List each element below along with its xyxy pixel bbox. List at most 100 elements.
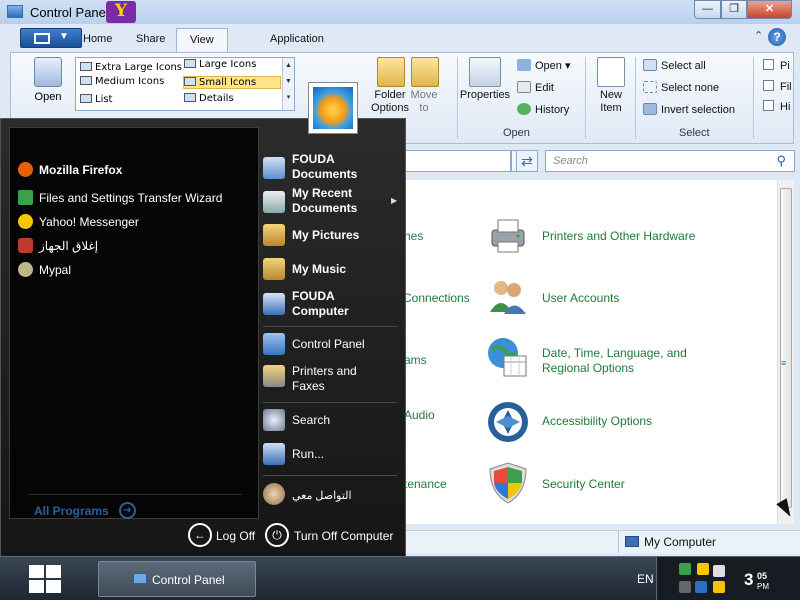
control-panel-icon	[133, 573, 147, 584]
open-button[interactable]: Open	[30, 57, 66, 103]
tab-view[interactable]: View	[176, 28, 228, 52]
tab-application[interactable]: Application	[270, 33, 324, 45]
program-firefox[interactable]: Mozilla Firefox	[18, 160, 122, 180]
select-none-button[interactable]: Select none	[643, 81, 719, 94]
layout-extra-large[interactable]: Extra Large Icons	[80, 62, 182, 73]
search-icon[interactable]: ⚲	[776, 153, 786, 169]
recent-documents-icon	[263, 191, 285, 213]
layout-gallery[interactable]: Extra Large Icons Large Icons Medium Ico…	[75, 57, 295, 111]
category-partial[interactable]: ams	[404, 353, 427, 367]
minimize-button[interactable]: —	[694, 0, 721, 19]
place-documents[interactable]: FOUDA Documents	[292, 152, 357, 182]
properties-button[interactable]: Properties	[459, 57, 511, 101]
layout-large[interactable]: Large Icons	[184, 59, 256, 70]
place-contact-me[interactable]: التواصل معي	[292, 489, 352, 504]
tab-home[interactable]: Home	[83, 33, 112, 45]
submenu-arrow-icon: ▶	[391, 196, 398, 205]
users-icon	[490, 281, 526, 314]
tray-app-icon[interactable]	[695, 581, 707, 593]
program-transfer-wizard[interactable]: Files and Settings Transfer Wizard	[18, 188, 222, 208]
power-icon[interactable]: ⏻	[265, 523, 289, 547]
printer-icon	[491, 219, 525, 253]
open-menu-button[interactable]: Open ▾	[517, 59, 571, 72]
network-icon[interactable]	[679, 563, 691, 575]
divider	[635, 57, 636, 139]
place-recent-documents[interactable]: My Recent Documents	[292, 186, 357, 216]
divider	[753, 57, 754, 139]
firefox-icon	[18, 162, 33, 177]
history-label: History	[535, 104, 570, 116]
pi-checkbox[interactable]: Pi	[763, 59, 790, 72]
category-view: hes Connections ams Audio tenance Printe…	[400, 180, 780, 524]
history-button[interactable]: History	[517, 103, 569, 116]
music-icon	[263, 258, 285, 280]
goldfish-avatar	[313, 87, 353, 129]
fil-checkbox[interactable]: Fil	[763, 80, 792, 93]
program-mypal[interactable]: Mypal	[18, 260, 71, 280]
user-picture[interactable]	[308, 82, 358, 134]
layout-small[interactable]: Small Icons	[183, 76, 281, 89]
address-input[interactable]	[400, 150, 511, 172]
place-control-panel[interactable]: Control Panel	[292, 337, 365, 352]
layout-list[interactable]: List	[80, 94, 112, 105]
select-all-button[interactable]: Select all	[643, 59, 706, 72]
documents-line1: FOUDA	[292, 152, 335, 166]
invert-selection-button[interactable]: Invert selection	[643, 103, 735, 116]
refresh-icon[interactable]: ⇄	[516, 150, 538, 172]
ribbon-collapse-icon[interactable]: ⌃	[754, 29, 763, 42]
program-shutdown-ar[interactable]: إغلاق الجهاز	[18, 236, 98, 256]
new-item-button[interactable]: New Item	[593, 57, 629, 115]
edit-button[interactable]: Edit	[517, 81, 554, 94]
arrow-right-icon[interactable]: ➔	[119, 502, 136, 519]
layout-list-label: List	[95, 94, 113, 105]
layout-details[interactable]: Details	[184, 93, 234, 104]
computer-line1: FOUDA	[292, 289, 335, 303]
maximize-button[interactable]: ❐	[721, 0, 747, 19]
place-printers-faxes[interactable]: Printers and Faxes	[292, 364, 357, 394]
place-computer[interactable]: FOUDA Computer	[292, 289, 349, 319]
hi-checkbox[interactable]: Hi	[763, 100, 790, 113]
divider	[263, 326, 397, 327]
place-my-music[interactable]: My Music	[292, 262, 346, 277]
category-partial[interactable]: hes	[404, 229, 423, 243]
layout-large-label: Large Icons	[199, 59, 257, 70]
category-partial[interactable]: Audio	[404, 408, 435, 422]
open-group-label: Open	[503, 127, 530, 139]
place-run[interactable]: Run...	[292, 447, 324, 462]
clock-ampm[interactable]: PM	[757, 582, 769, 591]
log-off-button[interactable]: Log Off	[216, 529, 255, 543]
taskbar-button-control-panel[interactable]: Control Panel	[98, 561, 256, 597]
windows-logo-icon	[46, 580, 61, 593]
search-input[interactable]: Search ⚲	[545, 150, 795, 172]
scroll-thumb[interactable]	[780, 188, 792, 508]
log-off-icon[interactable]: ←	[188, 523, 212, 547]
language-indicator[interactable]: EN	[637, 572, 654, 586]
close-button[interactable]: ✕	[747, 0, 792, 19]
program-yahoo-messenger[interactable]: Yahoo! Messenger	[18, 212, 139, 232]
tray-app-icon[interactable]	[679, 581, 691, 593]
help-icon[interactable]: ?	[768, 28, 786, 46]
title-bar[interactable]: Control Panel Y — ❐ ✕	[0, 0, 800, 24]
turn-off-button[interactable]: Turn Off Computer	[294, 529, 393, 543]
divider	[263, 475, 397, 476]
clock-minute[interactable]: 05	[757, 571, 767, 581]
layout-medium[interactable]: Medium Icons	[80, 76, 164, 87]
place-search[interactable]: Search	[292, 413, 330, 428]
windows-logo-icon	[46, 565, 61, 578]
all-programs-link[interactable]: All Programs	[34, 504, 109, 518]
place-my-pictures[interactable]: My Pictures	[292, 228, 359, 243]
move-to-button[interactable]: Move to	[407, 57, 443, 115]
volume-icon[interactable]	[713, 565, 725, 577]
category-partial[interactable]: tenance	[404, 477, 447, 491]
magic-wand-icon[interactable]	[713, 581, 725, 593]
windows-logo-icon	[29, 565, 44, 578]
start-button[interactable]	[27, 563, 63, 595]
pi-label: Pi	[780, 60, 790, 72]
gallery-scroll[interactable]: ▲ ▼ ▾	[282, 58, 294, 110]
skype-icon[interactable]	[697, 563, 709, 575]
vertical-scrollbar[interactable]: ≡	[777, 180, 794, 524]
tab-share[interactable]: Share	[136, 33, 165, 45]
clock-hour[interactable]: 3	[744, 570, 753, 590]
application-menu-button[interactable]: ▼	[20, 28, 82, 48]
category-partial[interactable]: Connections	[403, 291, 470, 305]
